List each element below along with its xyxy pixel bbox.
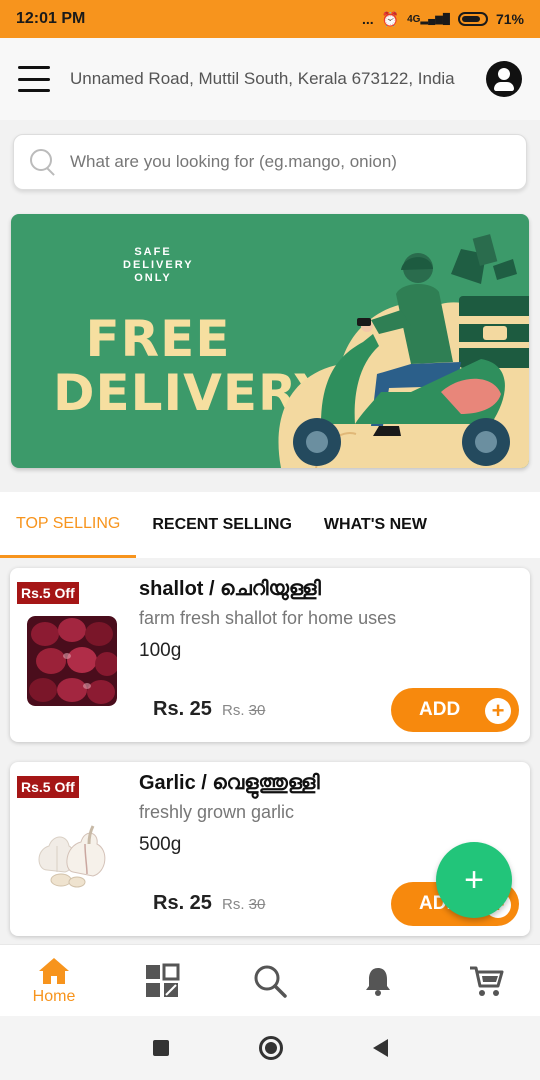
recent-apps-icon[interactable]	[152, 1040, 169, 1056]
plus-icon: +	[464, 860, 484, 899]
nav-home-label: Home	[32, 987, 76, 1005]
bottom-navigation: Home	[0, 944, 540, 1016]
alarm-icon: ⏰	[381, 10, 400, 27]
product-card[interactable]: Rs.5 Off shallot / ചെറിയുള്ളി farm fresh…	[10, 568, 530, 742]
delivery-scooter-illustration	[278, 234, 529, 468]
nav-home[interactable]: Home	[14, 956, 94, 1006]
bell-icon	[366, 967, 390, 996]
app-header: Unnamed Road, Muttil South, Kerala 67312…	[0, 38, 540, 120]
add-fab-button[interactable]: +	[436, 842, 512, 918]
product-price: Rs. 25	[153, 892, 212, 914]
promo-banner[interactable]: SAFE DELIVERY ONLY FREE DELIVERY	[11, 214, 529, 468]
search-input[interactable]	[70, 152, 512, 172]
discount-badge: Rs.5 Off	[17, 776, 79, 798]
product-name: Garlic / വെളുത്തുള്ളി	[139, 772, 320, 794]
delivery-address[interactable]: Unnamed Road, Muttil South, Kerala 67312…	[70, 69, 486, 89]
menu-icon[interactable]	[18, 66, 50, 92]
product-description: farm fresh shallot for home uses	[139, 608, 397, 628]
battery-percent: 71%	[495, 11, 524, 27]
status-bar: 12:01 PM ... ⏰ 4G▂▄▆█ 71%	[0, 0, 540, 38]
search-bar[interactable]	[13, 134, 527, 190]
account-icon[interactable]	[486, 61, 522, 97]
product-price: Rs. 25	[153, 698, 212, 720]
search-icon	[28, 147, 58, 177]
discount-badge: Rs.5 Off	[17, 582, 79, 604]
categories-icon	[146, 963, 180, 997]
status-icons: ... ⏰ 4G▂▄▆█ 71%	[362, 11, 524, 28]
signal-icon: 4G▂▄▆█	[407, 13, 450, 25]
product-description: freshly grown garlic	[139, 802, 295, 822]
back-icon[interactable]	[372, 1039, 388, 1057]
nav-search[interactable]	[230, 963, 310, 999]
nav-notifications[interactable]	[338, 965, 418, 997]
product-quantity: 500g	[139, 834, 182, 855]
home-button-icon[interactable]	[258, 1036, 283, 1060]
product-image-shallot	[27, 616, 117, 706]
product-mrp: Rs. 30	[222, 702, 266, 719]
product-mrp: Rs. 30	[222, 896, 266, 913]
system-navigation-bar	[0, 1016, 540, 1080]
notification-dots: ...	[361, 11, 374, 27]
tab-top-selling[interactable]: TOP SELLING	[0, 492, 137, 558]
product-image-garlic	[27, 810, 117, 900]
search-icon	[254, 965, 287, 998]
battery-icon	[457, 12, 488, 26]
plus-icon: +	[485, 698, 511, 724]
banner-headline: FREE DELIVERY	[53, 310, 332, 422]
product-tabs: TOP SELLING RECENT SELLING WHAT'S NEW	[0, 492, 540, 558]
nav-cart[interactable]	[446, 964, 526, 998]
nav-categories[interactable]	[122, 963, 202, 999]
cart-icon	[470, 966, 504, 996]
status-time: 12:01 PM	[16, 10, 86, 27]
home-icon	[39, 957, 69, 984]
add-to-cart-button[interactable]: ADD +	[391, 688, 519, 732]
product-name: shallot / ചെറിയുള്ളി	[139, 578, 321, 600]
add-button-label: ADD	[419, 699, 461, 720]
tab-recent-selling[interactable]: RECENT SELLING	[136, 492, 308, 558]
tab-whats-new[interactable]: WHAT'S NEW	[308, 492, 443, 558]
banner-tagline: SAFE DELIVERY ONLY	[123, 246, 194, 284]
product-quantity: 100g	[139, 640, 182, 661]
